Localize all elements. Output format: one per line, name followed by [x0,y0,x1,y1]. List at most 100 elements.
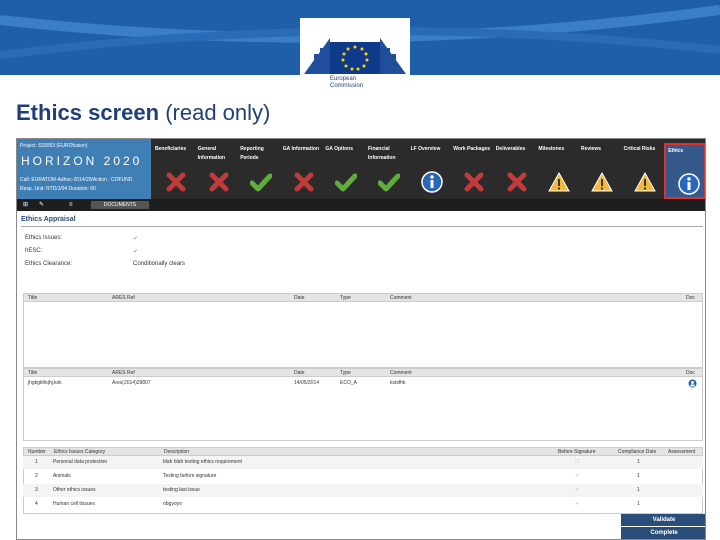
tab-label: Beneficiaries [155,146,187,152]
cross-icon [507,172,527,192]
row-number: 3 [35,487,38,493]
grid-2-col-doc: Doc [686,370,695,376]
warning-icon [591,171,613,192]
tab-label: GA Options [325,146,353,152]
ethics-issues-label: Ethics Issues: [25,235,63,241]
row-before-signature-checkbox: ✔ [575,487,580,493]
table-row[interactable]: 2 Animals Testing before signature ✔ 1 [23,470,703,483]
grid-1-body [23,302,703,368]
project-panel: Project: 633053 (EUROfusion) HORIZON 202… [17,139,151,199]
row-category: Other ethics issues [53,487,96,493]
row-number: 2 [35,473,38,479]
row-type: ECO_A [340,380,357,386]
tab-milestones[interactable]: Milestones [536,143,578,199]
row-compliance: 1 [637,473,640,479]
tab-ethics[interactable]: Ethics [664,143,705,199]
warning-icon [633,171,656,192]
tab-label: Reviews [581,146,602,152]
grid-2-header: Title ARES Ref Date Type Comment Doc [23,368,703,377]
hesc-checkbox: ✔ [133,249,139,255]
app-header: Project: 633053 (EUROfusion) HORIZON 202… [17,139,705,199]
edit-icon[interactable]: ✎ [39,201,44,209]
grid-1-col-doc: Doc [686,295,695,301]
info-icon [420,171,443,193]
tab-reporting-periods[interactable]: Reporting Periods [238,143,280,199]
menu-icon[interactable]: ≡ [69,201,73,209]
grid-1-col-title: Title [28,295,38,301]
grid-3-col-number: Number [28,449,46,455]
slide-title-rest: (read only) [165,100,271,125]
cross-icon [464,172,484,192]
grid-icon[interactable]: ⊞ [23,201,28,209]
project-unit: Resp. Unit: RTD/J/04 Duration: 60 [20,186,96,192]
row-description: Testing before signature [163,473,217,479]
grid-1-col-ares: ARES Ref [112,295,135,301]
slide-title-bold: Ethics screen [16,100,160,125]
section-divider [21,226,703,227]
validate-button[interactable]: Validate [621,514,705,526]
grid-2-col-ares: ARES Ref [112,370,135,376]
ethics-issues-checkbox: ✔ [133,236,139,242]
tab-label: Deliverables [495,146,526,152]
documents-button[interactable]: DOCUMENTS [91,201,149,209]
table-row[interactable]: 3 Other ethics issues testing last issue… [23,484,703,497]
row-number: 4 [35,501,38,507]
project-call: Call: EURATOM-Adhoc-2014/20/Action : COF… [20,177,133,183]
tab-general-information[interactable]: General Information [196,143,238,199]
tab-lf-overview[interactable]: LF Overview [409,143,451,199]
tab-beneficiaries[interactable]: Beneficiaries [153,143,195,199]
grid-1-col-type: Type [340,295,351,301]
hesc-label: hESC: [25,248,43,254]
grid-2-col-date: Date [294,370,305,376]
grid-3-header: Number Ethics Issues Category Descriptio… [23,447,703,456]
grid-2-col-title: Title [28,370,38,376]
row-category: Human cell tissues [53,501,95,507]
tab-label: LF Overview [410,146,441,152]
row-before-signature-checkbox: ✔ [575,473,580,479]
grid-1-col-date: Date [294,295,305,301]
info-icon [678,173,700,195]
cross-icon [166,172,186,192]
tab-label: Milestones [538,146,565,152]
row-compliance: 1 [637,487,640,493]
tab-work-packages[interactable]: Work Packages [451,143,493,199]
grid-3-col-before-signature: Before Signature [558,449,596,455]
grid-1-header: Title ARES Ref Date Type Comment Doc [23,293,703,302]
table-row[interactable]: 1 Personal data protection blah blah tes… [23,456,703,469]
row-ares-ref: Ares(2014)29807 [112,380,151,386]
row-compliance: 1 [637,459,640,465]
tab-label: Ethics [668,148,684,154]
check-icon [335,173,358,192]
logo-label: European Commission [330,76,363,90]
slide-title: Ethics screen (read only) [16,100,270,126]
tab-label: Critical Risks [623,146,656,152]
tab-deliverables[interactable]: Deliverables [494,143,536,199]
grid-3-col-category: Ethics Issues Category [54,449,106,455]
row-compliance: 1 [637,501,640,507]
table-row[interactable]: 4 Human cell tissues nbgyoyo ✔ 1 [23,498,703,511]
slide: European Commission Ethics screen (read … [0,0,720,540]
row-number: 1 [35,459,38,465]
grid-3-col-description: Description [164,449,190,455]
commission-logo: European Commission [300,18,410,98]
tab-ga-information[interactable]: GA Information [281,143,323,199]
logo-line-2: Commission [330,83,364,89]
app-window: Project: 633053 (EUROfusion) HORIZON 202… [16,138,706,540]
tab-critical-risks[interactable]: Critical Risks [622,143,664,199]
document-icon[interactable] [688,379,697,388]
check-icon [250,173,273,192]
table-row[interactable]: jhgkgkhkjhj,ksk Ares(2014)29807 14/05/20… [24,379,702,389]
grid-3-col-assessment: Assessment [668,449,696,455]
toolbar: ⊞ ✎ ≡ DOCUMENTS [17,199,705,211]
tab-financial-information[interactable]: Financial Information [366,143,408,199]
ethics-appraisal-title: Ethics Appraisal [21,216,76,223]
complete-button[interactable]: Complete [621,527,705,539]
grid-3-col-compliance: Compliance Date [618,449,657,455]
project-id: Project: 633053 (EUROfusion) [20,143,88,149]
tab-label: Financial Information [368,146,396,161]
grid-2-body: jhgkgkhkjhj,ksk Ares(2014)29807 14/05/20… [23,377,703,441]
tab-reviews[interactable]: Reviews [579,143,621,199]
row-description: testing last issue [163,487,200,493]
tab-label: Reporting Periods [240,146,264,161]
tab-ga-options[interactable]: GA Options [323,143,365,199]
